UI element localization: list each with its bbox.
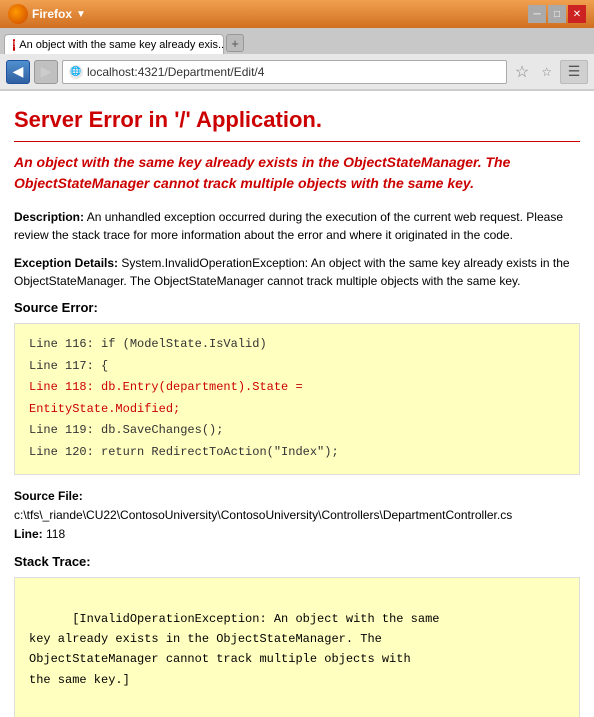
stack-trace-text: [InvalidOperationException: An object wi…	[29, 612, 439, 687]
error-italic-description: An object with the same key already exis…	[14, 152, 580, 194]
server-error-title: Server Error in '/' Application.	[14, 107, 580, 142]
new-tab-button[interactable]: +	[226, 34, 244, 52]
firefox-logo-icon	[8, 4, 28, 24]
menu-button[interactable]: ☰	[560, 60, 588, 84]
tab-favicon-icon: !	[13, 39, 15, 51]
bookmark-star2-icon[interactable]: ☆	[537, 63, 556, 81]
stack-trace-block: [InvalidOperationException: An object wi…	[14, 577, 580, 717]
minimize-button[interactable]: ─	[528, 5, 546, 23]
line-number-label: Line:	[14, 527, 43, 541]
active-tab[interactable]: ! An object with the same key already ex…	[4, 34, 224, 54]
maximize-button[interactable]: □	[548, 5, 566, 23]
description-section: Description: An unhandled exception occu…	[14, 208, 580, 244]
window-controls: ─ □ ✕	[528, 5, 586, 23]
line-119-code: db.SaveChanges();	[94, 423, 224, 437]
navigation-bar: ◀ ▶ 🌐 localhost:4321/Department/Edit/4 ☆…	[0, 54, 594, 90]
code-line-120: Line 120: return RedirectToAction("Index…	[29, 442, 565, 464]
page-body: Server Error in '/' Application. An obje…	[0, 91, 594, 717]
line-118-label: Line 118:	[29, 380, 94, 394]
line-119-label: Line 119:	[29, 423, 94, 437]
url-text: localhost:4321/Department/Edit/4	[87, 65, 264, 79]
code-line-116: Line 116: if (ModelState.IsValid)	[29, 334, 565, 356]
source-file-label: Source File:	[14, 489, 83, 503]
exception-label: Exception Details:	[14, 256, 118, 270]
source-error-code-block: Line 116: if (ModelState.IsValid) Line 1…	[14, 323, 580, 475]
source-file-section: Source File: c:\tfs\_riande\CU22\Contoso…	[14, 487, 580, 545]
address-bar[interactable]: 🌐 localhost:4321/Department/Edit/4	[62, 60, 507, 84]
code-line-118b: EntityState.Modified;	[29, 399, 565, 421]
line-117-label: Line 117:	[29, 359, 94, 373]
firefox-menu-label[interactable]: Firefox	[32, 7, 72, 21]
tab-title-label: An object with the same key already exis…	[19, 39, 224, 51]
stack-trace-header: Stack Trace:	[14, 554, 580, 569]
description-text: An unhandled exception occurred during t…	[14, 210, 563, 242]
browser-content[interactable]: Server Error in '/' Application. An obje…	[0, 90, 594, 717]
code-line-117: Line 117: {	[29, 356, 565, 378]
source-file-path: c:\tfs\_riande\CU22\ContosoUniversity\Co…	[14, 508, 512, 522]
line-117-code: {	[94, 359, 108, 373]
line-120-label: Line 120:	[29, 445, 94, 459]
line-116-code: if (ModelState.IsValid)	[94, 337, 267, 351]
line-118b-code: EntityState.Modified;	[29, 402, 180, 416]
security-icon: 🌐	[69, 65, 83, 79]
exception-section: Exception Details: System.InvalidOperati…	[14, 254, 580, 290]
tab-bar: ! An object with the same key already ex…	[0, 28, 594, 54]
forward-button[interactable]: ▶	[34, 60, 58, 84]
titlebar: Firefox ▼ ─ □ ✕	[0, 0, 594, 28]
line-116-label: Line 116:	[29, 337, 94, 351]
source-error-header: Source Error:	[14, 300, 580, 315]
bookmark-star-icon[interactable]: ☆	[511, 60, 533, 84]
code-line-118: Line 118: db.Entry(department).State =	[29, 377, 565, 399]
code-line-119: Line 119: db.SaveChanges();	[29, 420, 565, 442]
line-number-value: 118	[46, 527, 65, 541]
description-label: Description:	[14, 210, 84, 224]
line-118-code: db.Entry(department).State =	[94, 380, 303, 394]
close-button[interactable]: ✕	[568, 5, 586, 23]
line-120-code: return RedirectToAction("Index");	[94, 445, 339, 459]
back-button[interactable]: ◀	[6, 60, 30, 84]
firefox-menu-arrow-icon[interactable]: ▼	[76, 9, 86, 20]
